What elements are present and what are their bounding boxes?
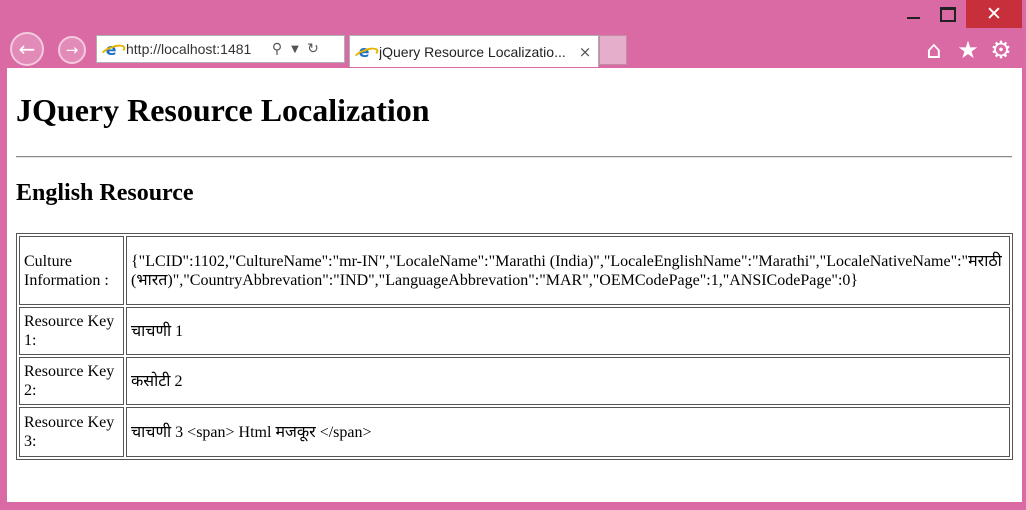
tab-title: jQuery Resource Localizatio... xyxy=(379,43,566,60)
row-label: Culture Information : xyxy=(19,236,124,305)
ie-logo-icon: e xyxy=(102,40,120,59)
maximize-icon xyxy=(940,6,956,22)
back-button[interactable]: ← xyxy=(10,32,44,66)
url-text[interactable]: http://localhost:1481 xyxy=(126,41,266,57)
table-row: Culture Information : {"LCID":1102,"Cult… xyxy=(19,236,1010,305)
tab-close-icon[interactable]: × xyxy=(574,43,596,61)
row-value: चाचणी 1 xyxy=(126,307,1010,355)
minimize-button[interactable] xyxy=(896,0,930,28)
row-value: कसोटी 2 xyxy=(126,357,1010,405)
table-row: Resource Key 3: चाचणी 3 <span> Html मजकू… xyxy=(19,407,1010,457)
close-window-button[interactable]: ✕ xyxy=(966,0,1022,28)
row-value: चाचणी 3 <span> Html मजकूर </span> xyxy=(126,407,1010,457)
close-icon: ✕ xyxy=(986,3,1002,25)
navigation-bar: ← → e http://localhost:1481 ⚲ ▼ ↻ e jQue… xyxy=(0,28,1026,68)
star-icon[interactable]: ★ xyxy=(954,36,982,64)
ie-logo-icon: e xyxy=(355,42,373,61)
table-row: Resource Key 1: चाचणी 1 xyxy=(19,307,1010,355)
row-label: Resource Key 3: xyxy=(19,407,124,457)
table-row: Resource Key 2: कसोटी 2 xyxy=(19,357,1010,405)
title-bar: ✕ xyxy=(0,0,1026,28)
row-label: Resource Key 1: xyxy=(19,307,124,355)
page-viewport: JQuery Resource Localization English Res… xyxy=(7,68,1022,502)
back-icon: ← xyxy=(18,37,36,61)
page-title: JQuery Resource Localization xyxy=(16,92,430,128)
tab-active[interactable]: e jQuery Resource Localizatio... × xyxy=(349,35,599,67)
section-title: English Resource xyxy=(16,180,194,206)
horizontal-rule xyxy=(16,156,1012,158)
row-label: Resource Key 2: xyxy=(19,357,124,405)
refresh-icon[interactable]: ↻ xyxy=(302,41,324,57)
home-icon[interactable]: ⌂ xyxy=(920,36,948,64)
dropdown-icon[interactable]: ▼ xyxy=(288,44,302,55)
gear-icon[interactable]: ⚙ xyxy=(987,36,1015,64)
forward-button[interactable]: → xyxy=(58,36,86,64)
maximize-button[interactable] xyxy=(931,0,965,28)
new-tab-button[interactable] xyxy=(599,35,627,65)
resource-table: Culture Information : {"LCID":1102,"Cult… xyxy=(16,233,1013,460)
search-icon[interactable]: ⚲ xyxy=(266,41,288,57)
row-value: {"LCID":1102,"CultureName":"mr-IN","Loca… xyxy=(126,236,1010,305)
forward-icon: → xyxy=(65,41,79,59)
address-bar[interactable]: e http://localhost:1481 ⚲ ▼ ↻ xyxy=(96,35,345,63)
minimize-icon xyxy=(906,17,920,19)
